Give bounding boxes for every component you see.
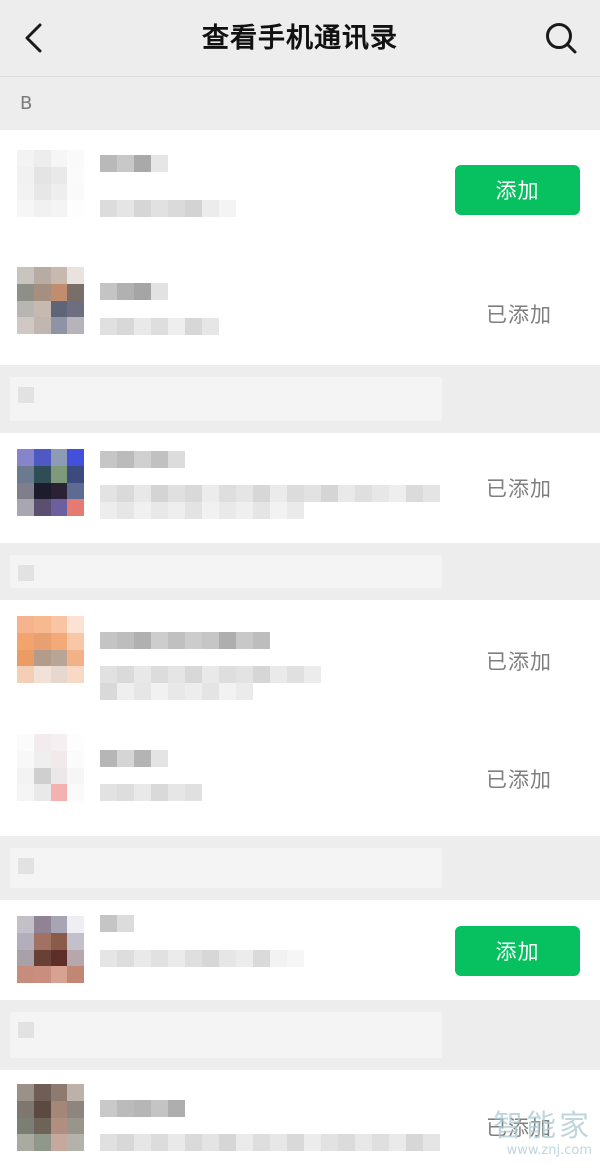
contact-detail-blurred — [100, 784, 205, 801]
contact-detail-blurred — [100, 318, 220, 335]
blurred-divider — [0, 1000, 600, 1070]
added-status-label: 已添加 — [486, 768, 552, 792]
watermark-url: www.znj.com — [506, 1143, 592, 1158]
contact-avatar — [17, 916, 84, 983]
page-title: 查看手机通讯录 — [202, 23, 398, 54]
add-contact-button[interactable]: 添加 — [455, 926, 580, 976]
top-nav-bar: 查看手机通讯录 — [0, 0, 600, 77]
section-index-header: B — [0, 78, 600, 130]
contact-detail-blurred — [100, 950, 320, 967]
add-contact-button[interactable]: 添加 — [455, 165, 580, 215]
contact-detail-blurred — [100, 666, 335, 700]
contact-avatar — [17, 734, 84, 801]
contact-avatar — [17, 1084, 84, 1151]
blurred-divider — [0, 365, 600, 433]
contact-row[interactable]: 已添加 — [0, 600, 600, 718]
contact-name-blurred — [100, 750, 170, 767]
contact-name-blurred — [100, 632, 285, 649]
contact-avatar — [17, 150, 84, 217]
contact-avatar — [17, 616, 84, 683]
watermark-text: 智能家 — [493, 1109, 592, 1144]
contact-name-blurred — [100, 283, 170, 300]
contact-avatar — [17, 267, 84, 334]
contact-row[interactable]: 已添加 — [0, 243, 600, 365]
contact-detail-blurred — [100, 200, 240, 217]
contact-name-blurred — [100, 1100, 190, 1117]
section-index-letter: B — [20, 93, 33, 114]
contact-row[interactable]: 已添加 — [0, 433, 600, 543]
contact-avatar — [17, 449, 84, 516]
added-status-label: 已添加 — [486, 303, 552, 327]
contact-detail-blurred — [100, 485, 440, 519]
search-icon — [546, 23, 577, 54]
contact-name-blurred — [100, 451, 190, 468]
contact-row[interactable]: 添加 — [0, 900, 600, 1000]
blurred-divider — [0, 836, 600, 900]
search-button[interactable] — [540, 17, 582, 59]
site-watermark: 智能家 www.znj.com — [493, 1110, 592, 1158]
contact-name-blurred — [100, 155, 170, 172]
contact-name-blurred — [100, 915, 136, 932]
contact-detail-blurred — [100, 1134, 440, 1151]
added-status-label: 已添加 — [486, 477, 552, 501]
contact-row[interactable]: 添加 — [0, 130, 600, 243]
added-status-label: 已添加 — [486, 650, 552, 674]
contact-row[interactable]: 已添加 — [0, 718, 600, 836]
blurred-divider — [0, 543, 600, 600]
